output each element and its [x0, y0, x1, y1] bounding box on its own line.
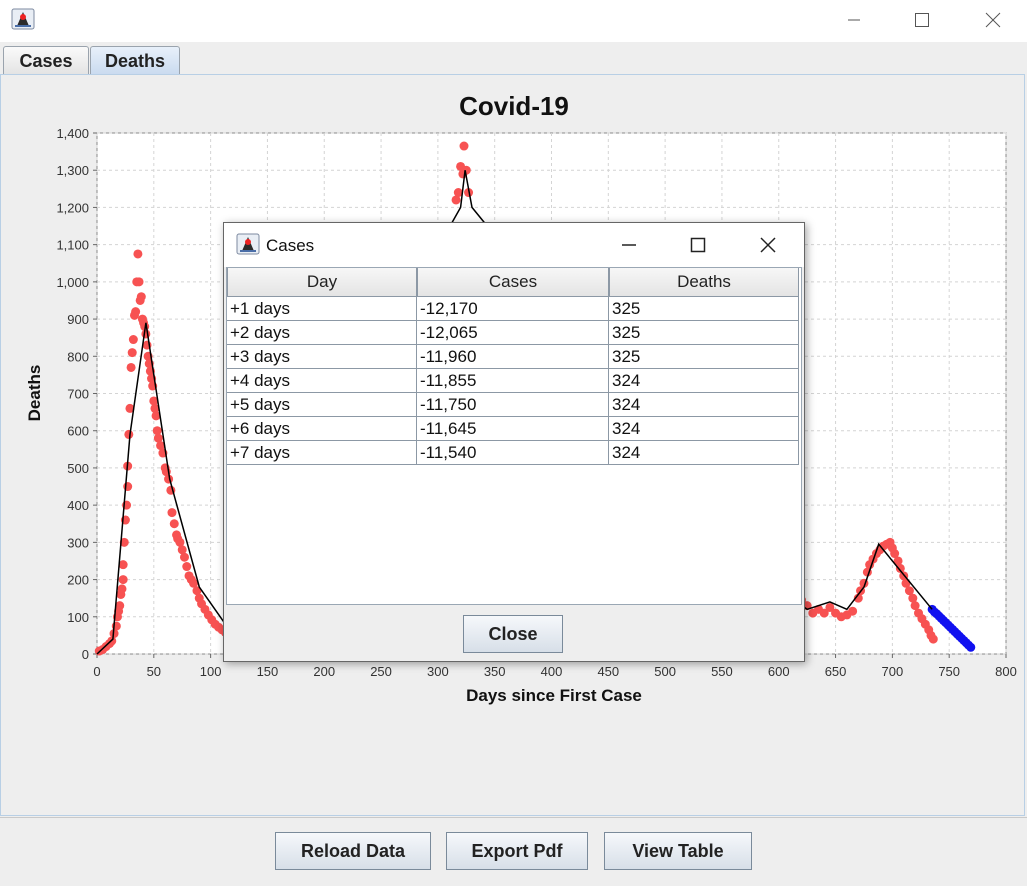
y-tick-label: 0	[82, 647, 89, 662]
y-tick-label: 900	[67, 312, 89, 327]
cell-cases[interactable]: -11,645	[417, 417, 609, 441]
cell-deaths[interactable]: 324	[609, 369, 799, 393]
table-row[interactable]: +2 days -12,065 325	[227, 321, 801, 345]
x-tick-label: 50	[147, 664, 161, 679]
x-tick-label: 600	[768, 664, 790, 679]
cell-deaths[interactable]: 324	[609, 417, 799, 441]
cell-day[interactable]: +4 days	[227, 369, 417, 393]
x-tick-label: 350	[484, 664, 506, 679]
x-tick-label: 800	[995, 664, 1017, 679]
actual-point	[126, 362, 136, 372]
cell-day[interactable]: +3 days	[227, 345, 417, 369]
cell-deaths[interactable]: 325	[609, 321, 799, 345]
cell-day[interactable]: +7 days	[227, 441, 417, 465]
cell-deaths[interactable]: 325	[609, 297, 799, 321]
cases-table[interactable]: Day Cases Deaths +1 days -12,170 325 +2 day…	[226, 267, 802, 605]
x-tick-label: 700	[882, 664, 904, 679]
cell-cases[interactable]: -11,855	[417, 369, 609, 393]
y-tick-label: 300	[67, 535, 89, 550]
java-duke-icon	[236, 233, 260, 255]
cell-cases[interactable]: -12,065	[417, 321, 609, 345]
y-tick-label: 1,300	[56, 163, 89, 178]
cell-day[interactable]: +5 days	[227, 393, 417, 417]
y-tick-label: 500	[67, 461, 89, 476]
actual-point	[459, 141, 469, 151]
y-tick-label: 1,100	[56, 238, 89, 253]
cell-day[interactable]: +6 days	[227, 417, 417, 441]
x-tick-label: 300	[427, 664, 449, 679]
actual-point	[169, 519, 179, 529]
y-tick-label: 1,000	[56, 275, 89, 290]
x-tick-label: 150	[257, 664, 279, 679]
actual-point	[124, 429, 134, 439]
y-tick-label: 100	[67, 610, 89, 625]
actual-point	[127, 348, 137, 358]
actual-point	[136, 292, 146, 302]
dialog-title: Cases	[266, 236, 315, 255]
cases-dialog: Cases Day Cases Deaths +1 days -12,170 325…	[223, 222, 805, 662]
cell-deaths[interactable]: 324	[609, 441, 799, 465]
x-tick-label: 100	[200, 664, 222, 679]
actual-point	[928, 634, 938, 644]
y-tick-label: 200	[67, 573, 89, 588]
cell-cases[interactable]: -11,540	[417, 441, 609, 465]
actual-point	[128, 335, 138, 345]
column-header-cases[interactable]: Cases	[417, 268, 609, 297]
table-row[interactable]: +4 days -11,855 324	[227, 369, 801, 393]
x-tick-label: 400	[541, 664, 563, 679]
reload-data-button[interactable]: Reload Data	[275, 832, 431, 870]
y-tick-label: 700	[67, 387, 89, 402]
close-button[interactable]: Close	[463, 615, 563, 653]
actual-point	[182, 562, 192, 572]
view-table-button[interactable]: View Table	[604, 832, 752, 870]
actual-point	[848, 606, 858, 616]
x-tick-label: 0	[93, 664, 100, 679]
actual-point	[179, 552, 189, 562]
actual-point	[131, 307, 141, 317]
x-tick-label: 750	[938, 664, 960, 679]
actual-point	[167, 508, 177, 518]
cell-day[interactable]: +1 days	[227, 297, 417, 321]
table-row[interactable]: +7 days -11,540 324	[227, 441, 801, 465]
forecast-point	[966, 642, 976, 652]
y-tick-label: 600	[67, 424, 89, 439]
maximize-icon[interactable]	[675, 227, 721, 263]
actual-point	[141, 329, 151, 339]
x-tick-label: 500	[654, 664, 676, 679]
y-tick-label: 800	[67, 349, 89, 364]
actual-point	[118, 575, 128, 585]
dialog-titlebar: Cases	[224, 223, 804, 267]
table-row[interactable]: +5 days -11,750 324	[227, 393, 801, 417]
cell-deaths[interactable]: 324	[609, 393, 799, 417]
actual-point	[117, 584, 127, 594]
close-icon[interactable]	[745, 227, 791, 263]
cell-cases[interactable]: -11,960	[417, 345, 609, 369]
actual-point	[123, 482, 133, 492]
y-tick-label: 1,400	[56, 126, 89, 141]
x-tick-label: 550	[711, 664, 733, 679]
x-tick-label: 200	[313, 664, 335, 679]
cell-cases[interactable]: -11,750	[417, 393, 609, 417]
actual-point	[133, 249, 143, 259]
table-row[interactable]: +1 days -12,170 325	[227, 297, 801, 321]
column-header-day[interactable]: Day	[227, 268, 417, 297]
table-row[interactable]: +3 days -11,960 325	[227, 345, 801, 369]
export-pdf-button[interactable]: Export Pdf	[446, 832, 588, 870]
cell-deaths[interactable]: 325	[609, 345, 799, 369]
y-tick-label: 400	[67, 498, 89, 513]
x-axis-label: Days since First Case	[466, 686, 642, 705]
y-tick-label: 1,200	[56, 200, 89, 215]
table-row[interactable]: +6 days -11,645 324	[227, 417, 801, 441]
cell-cases[interactable]: -12,170	[417, 297, 609, 321]
y-axis-label: Deaths	[25, 365, 44, 422]
x-tick-label: 450	[597, 664, 619, 679]
actual-point	[134, 277, 144, 287]
minimize-icon[interactable]	[606, 227, 652, 263]
x-tick-label: 650	[825, 664, 847, 679]
chart-title: Covid-19	[459, 91, 569, 121]
cell-day[interactable]: +2 days	[227, 321, 417, 345]
column-header-deaths[interactable]: Deaths	[609, 268, 799, 297]
x-tick-label: 250	[370, 664, 392, 679]
